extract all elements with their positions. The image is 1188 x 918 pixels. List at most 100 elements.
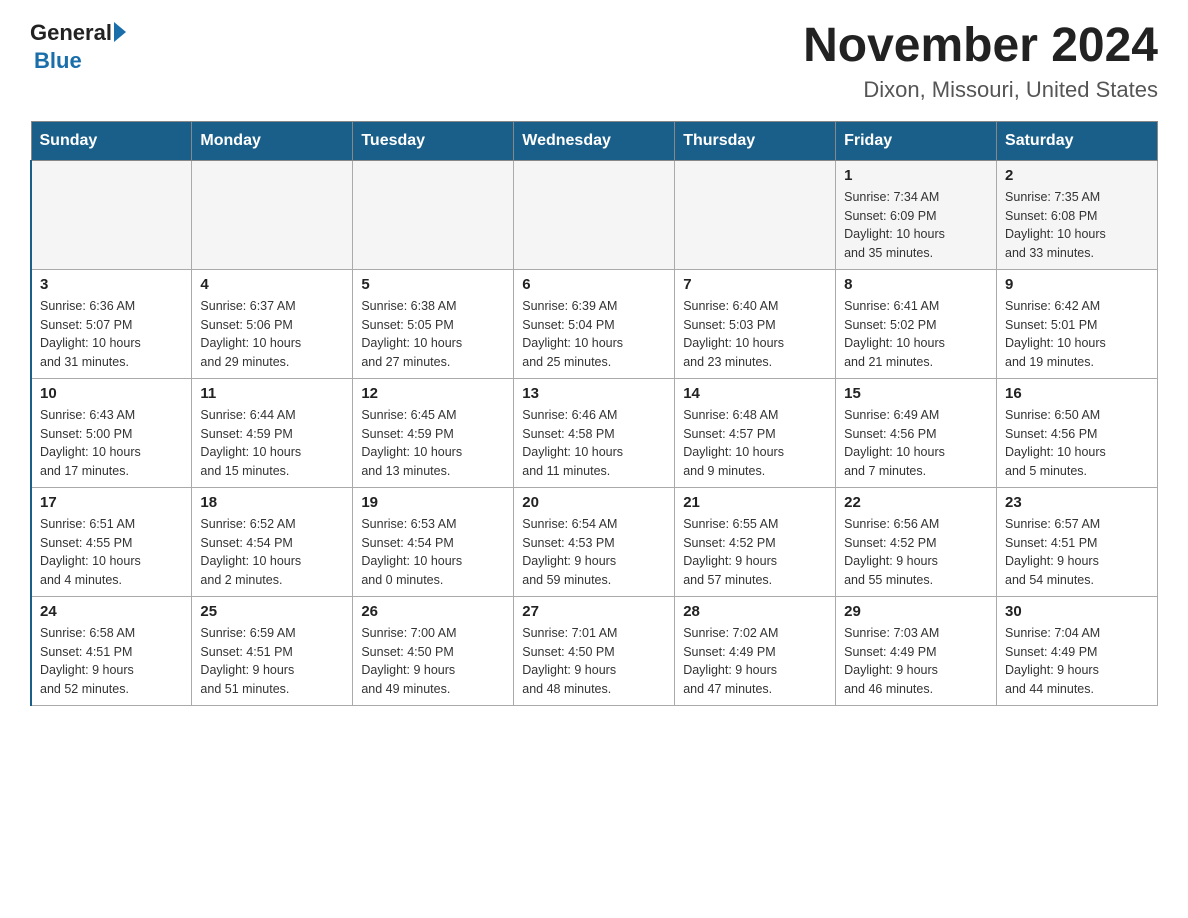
calendar-cell: 5Sunrise: 6:38 AMSunset: 5:05 PMDaylight…	[353, 269, 514, 378]
day-number: 27	[522, 603, 666, 620]
calendar-week-5: 24 Sunrise: 6:58 AMSunset: 4:51 PMDayligh…	[31, 596, 1158, 705]
day-number: 28	[683, 603, 827, 620]
day-info: Sunrise: 7:35 AMSunset: 6:08 PMDaylight:…	[1005, 188, 1149, 263]
calendar-cell: 15 Sunrise: 6:49 AMSunset: 4:56 PMDayligh…	[836, 378, 997, 487]
day-info: Sunrise: 6:51 AMSunset: 4:55 PMDaylight:…	[40, 515, 183, 590]
day-info: Sunrise: 6:53 AMSunset: 4:54 PMDaylight:…	[361, 515, 505, 590]
day-info: Sunrise: 6:43 AMSunset: 5:00 PMDaylight:…	[40, 406, 183, 481]
calendar-cell: 24 Sunrise: 6:58 AMSunset: 4:51 PMDayligh…	[31, 596, 192, 705]
calendar-table: SundayMondayTuesdayWednesdayThursdayFrid…	[30, 121, 1158, 706]
day-number: 11	[200, 385, 344, 402]
day-number: 18	[200, 494, 344, 511]
day-info: Sunrise: 6:59 AMSunset: 4:51 PMDaylight:…	[200, 624, 344, 699]
calendar-week-4: 17 Sunrise: 6:51 AMSunset: 4:55 PMDayligh…	[31, 487, 1158, 596]
calendar-cell: 8 Sunrise: 6:41 AMSunset: 5:02 PMDaylight…	[836, 269, 997, 378]
day-number: 13	[522, 385, 666, 402]
calendar-cell: 11 Sunrise: 6:44 AMSunset: 4:59 PMDayligh…	[192, 378, 353, 487]
day-number: 26	[361, 603, 505, 620]
day-number: 20	[522, 494, 666, 511]
day-number: 7	[683, 276, 827, 293]
calendar-cell: 21 Sunrise: 6:55 AMSunset: 4:52 PMDayligh…	[675, 487, 836, 596]
header-monday: Monday	[192, 121, 353, 160]
day-info: Sunrise: 7:01 AMSunset: 4:50 PMDaylight:…	[522, 624, 666, 699]
day-number: 24	[40, 603, 183, 620]
day-number: 29	[844, 603, 988, 620]
logo-general-text: General	[30, 20, 112, 46]
day-info: Sunrise: 6:38 AMSunset: 5:05 PMDaylight:…	[361, 297, 505, 372]
calendar-week-1: 1 Sunrise: 7:34 AMSunset: 6:09 PMDaylight…	[31, 160, 1158, 269]
day-info: Sunrise: 6:36 AMSunset: 5:07 PMDaylight:…	[40, 297, 183, 372]
calendar-cell: 30Sunrise: 7:04 AMSunset: 4:49 PMDayligh…	[997, 596, 1158, 705]
day-number: 8	[844, 276, 988, 293]
day-number: 16	[1005, 385, 1149, 402]
day-info: Sunrise: 6:49 AMSunset: 4:56 PMDaylight:…	[844, 406, 988, 481]
day-info: Sunrise: 6:39 AMSunset: 5:04 PMDaylight:…	[522, 297, 666, 372]
day-info: Sunrise: 7:04 AMSunset: 4:49 PMDaylight:…	[1005, 624, 1149, 699]
day-info: Sunrise: 6:58 AMSunset: 4:51 PMDaylight:…	[40, 624, 183, 699]
day-info: Sunrise: 6:41 AMSunset: 5:02 PMDaylight:…	[844, 297, 988, 372]
calendar-cell	[514, 160, 675, 269]
day-info: Sunrise: 6:40 AMSunset: 5:03 PMDaylight:…	[683, 297, 827, 372]
calendar-cell: 16Sunrise: 6:50 AMSunset: 4:56 PMDayligh…	[997, 378, 1158, 487]
calendar-cell: 13 Sunrise: 6:46 AMSunset: 4:58 PMDayligh…	[514, 378, 675, 487]
day-number: 22	[844, 494, 988, 511]
calendar-header: SundayMondayTuesdayWednesdayThursdayFrid…	[31, 121, 1158, 160]
day-number: 23	[1005, 494, 1149, 511]
calendar-cell	[353, 160, 514, 269]
calendar-cell: 28 Sunrise: 7:02 AMSunset: 4:49 PMDayligh…	[675, 596, 836, 705]
day-info: Sunrise: 6:52 AMSunset: 4:54 PMDaylight:…	[200, 515, 344, 590]
page-subtitle: Dixon, Missouri, United States	[803, 77, 1158, 103]
header-sunday: Sunday	[31, 121, 192, 160]
day-number: 14	[683, 385, 827, 402]
calendar-cell: 6 Sunrise: 6:39 AMSunset: 5:04 PMDaylight…	[514, 269, 675, 378]
calendar-cell: 2 Sunrise: 7:35 AMSunset: 6:08 PMDaylight…	[997, 160, 1158, 269]
calendar-cell: 1 Sunrise: 7:34 AMSunset: 6:09 PMDaylight…	[836, 160, 997, 269]
calendar-cell: 3Sunrise: 6:36 AMSunset: 5:07 PMDaylight…	[31, 269, 192, 378]
calendar-cell	[675, 160, 836, 269]
calendar-cell: 29 Sunrise: 7:03 AMSunset: 4:49 PMDayligh…	[836, 596, 997, 705]
calendar-cell: 17 Sunrise: 6:51 AMSunset: 4:55 PMDayligh…	[31, 487, 192, 596]
day-info: Sunrise: 6:42 AMSunset: 5:01 PMDaylight:…	[1005, 297, 1149, 372]
calendar-cell: 4Sunrise: 6:37 AMSunset: 5:06 PMDaylight…	[192, 269, 353, 378]
calendar-cell: 22 Sunrise: 6:56 AMSunset: 4:52 PMDayligh…	[836, 487, 997, 596]
calendar-cell: 20 Sunrise: 6:54 AMSunset: 4:53 PMDayligh…	[514, 487, 675, 596]
calendar-cell	[192, 160, 353, 269]
title-section: November 2024 Dixon, Missouri, United St…	[803, 20, 1158, 103]
day-number: 15	[844, 385, 988, 402]
day-info: Sunrise: 6:54 AMSunset: 4:53 PMDaylight:…	[522, 515, 666, 590]
day-number: 10	[40, 385, 183, 402]
day-info: Sunrise: 6:37 AMSunset: 5:06 PMDaylight:…	[200, 297, 344, 372]
calendar-week-3: 10 Sunrise: 6:43 AMSunset: 5:00 PMDayligh…	[31, 378, 1158, 487]
header-wednesday: Wednesday	[514, 121, 675, 160]
calendar-cell: 9Sunrise: 6:42 AMSunset: 5:01 PMDaylight…	[997, 269, 1158, 378]
day-number: 1	[844, 167, 988, 184]
calendar-cell: 14 Sunrise: 6:48 AMSunset: 4:57 PMDayligh…	[675, 378, 836, 487]
day-info: Sunrise: 6:56 AMSunset: 4:52 PMDaylight:…	[844, 515, 988, 590]
header-saturday: Saturday	[997, 121, 1158, 160]
day-info: Sunrise: 6:57 AMSunset: 4:51 PMDaylight:…	[1005, 515, 1149, 590]
day-info: Sunrise: 6:48 AMSunset: 4:57 PMDaylight:…	[683, 406, 827, 481]
day-info: Sunrise: 6:55 AMSunset: 4:52 PMDaylight:…	[683, 515, 827, 590]
calendar-cell: 26 Sunrise: 7:00 AMSunset: 4:50 PMDayligh…	[353, 596, 514, 705]
day-info: Sunrise: 7:03 AMSunset: 4:49 PMDaylight:…	[844, 624, 988, 699]
logo: General Blue	[30, 20, 126, 74]
calendar-cell: 10 Sunrise: 6:43 AMSunset: 5:00 PMDayligh…	[31, 378, 192, 487]
calendar-cell: 12Sunrise: 6:45 AMSunset: 4:59 PMDayligh…	[353, 378, 514, 487]
day-info: Sunrise: 6:44 AMSunset: 4:59 PMDaylight:…	[200, 406, 344, 481]
header-tuesday: Tuesday	[353, 121, 514, 160]
page-header: General Blue November 2024 Dixon, Missou…	[30, 20, 1158, 103]
logo-flag-icon	[114, 22, 126, 42]
day-number: 12	[361, 385, 505, 402]
calendar-week-2: 3Sunrise: 6:36 AMSunset: 5:07 PMDaylight…	[31, 269, 1158, 378]
day-number: 17	[40, 494, 183, 511]
day-number: 25	[200, 603, 344, 620]
day-number: 21	[683, 494, 827, 511]
day-number: 6	[522, 276, 666, 293]
day-info: Sunrise: 7:02 AMSunset: 4:49 PMDaylight:…	[683, 624, 827, 699]
day-number: 2	[1005, 167, 1149, 184]
calendar-cell: 23 Sunrise: 6:57 AMSunset: 4:51 PMDayligh…	[997, 487, 1158, 596]
day-info: Sunrise: 6:46 AMSunset: 4:58 PMDaylight:…	[522, 406, 666, 481]
logo-blue-text: Blue	[34, 48, 82, 74]
day-info: Sunrise: 7:34 AMSunset: 6:09 PMDaylight:…	[844, 188, 988, 263]
day-info: Sunrise: 7:00 AMSunset: 4:50 PMDaylight:…	[361, 624, 505, 699]
